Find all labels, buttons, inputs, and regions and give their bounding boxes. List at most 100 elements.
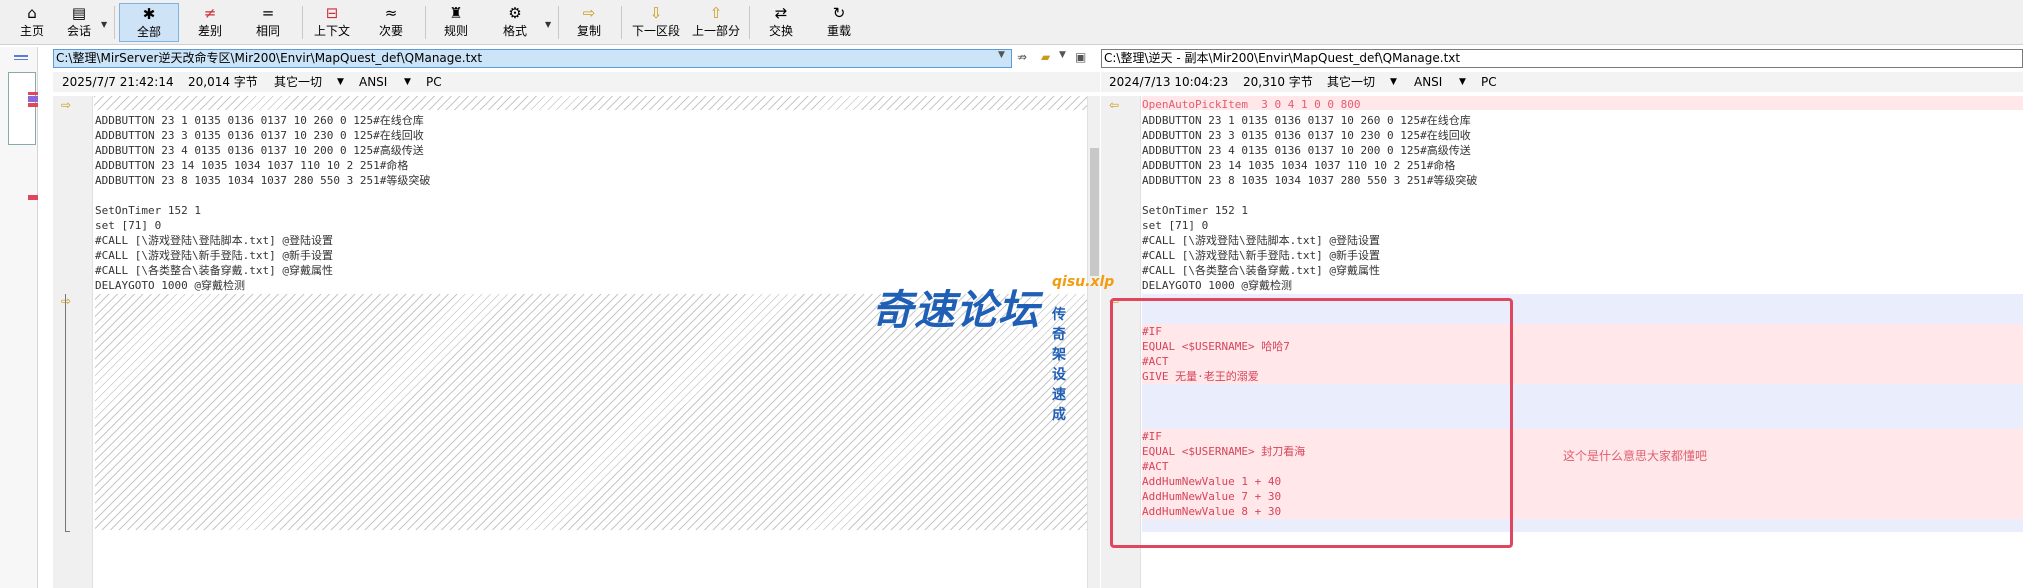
arrow-down-icon: ⇩: [649, 4, 663, 22]
toolbar-separator: [425, 6, 426, 39]
approx-icon: ≈: [384, 4, 398, 22]
left-missing-line-placeholder: [94, 96, 1100, 110]
session-button[interactable]: ▤ 会话: [64, 3, 94, 42]
code-line: #CALL [\各类整合\装备穿戴.txt] @穿戴属性: [1142, 264, 1380, 277]
left-open-folder-icon[interactable]: ▰: [1041, 50, 1050, 64]
code-line: SetOnTimer 152 1: [95, 204, 201, 217]
format-button[interactable]: ⚙ 格式: [498, 3, 532, 42]
left-encoding-dropdown-icon[interactable]: ▼: [404, 72, 411, 92]
code-line: SetOnTimer 152 1: [1142, 204, 1248, 217]
code-line: ADDBUTTON 23 3 0135 0136 0137 10 230 0 1…: [95, 129, 424, 142]
next-section-button[interactable]: ⇩ 下一区段: [630, 3, 682, 42]
right-encoding-dropdown-icon[interactable]: ▼: [1459, 72, 1466, 92]
left-encoding[interactable]: ANSI: [359, 72, 387, 92]
overview-mark: [14, 55, 28, 57]
left-scrollbar[interactable]: [1087, 96, 1100, 588]
code-line: ADDBUTTON 23 8 1035 1034 1037 280 550 3 …: [1142, 174, 1478, 187]
overview-mark: [28, 92, 38, 95]
copy-left-arrow-icon[interactable]: ⇦: [1109, 98, 1119, 112]
overview-mark: [28, 96, 38, 102]
home-button[interactable]: ⌂ 主页: [16, 3, 48, 42]
right-encoding[interactable]: ANSI: [1414, 72, 1442, 92]
reload-button[interactable]: ↻ 重载: [822, 3, 856, 42]
block-bracket: [65, 294, 66, 532]
context-icon: ⊟: [325, 4, 339, 22]
code-line: ADDBUTTON 23 1 0135 0136 0137 10 260 0 1…: [95, 114, 424, 127]
watermark-slogan: 传奇架设速成: [1052, 307, 1066, 423]
code-line: #CALL [\各类整合\装备穿戴.txt] @穿戴属性: [95, 264, 333, 277]
right-size: 20,310 字节: [1243, 75, 1313, 89]
right-date: 2024/7/13 10:04:23: [1109, 75, 1229, 89]
context-button[interactable]: ⊟ 上下文: [311, 3, 353, 42]
watermark-site: qisu.xlp: [1052, 274, 1115, 290]
right-other-dropdown-icon[interactable]: ▼: [1390, 72, 1397, 92]
code-line: ADDBUTTON 23 14 1035 1034 1037 110 10 2 …: [95, 159, 409, 172]
left-open-dropdown-icon[interactable]: ▼: [1059, 50, 1066, 60]
highlight-annotation-box: [1110, 298, 1513, 548]
left-pathbar: C:\整理\MirServer逆天改命专区\Mir200\Envir\MapQu…: [53, 47, 1100, 71]
rules-icon: ♜: [449, 4, 463, 22]
code-line: ADDBUTTON 23 8 1035 1034 1037 280 550 3 …: [95, 174, 431, 187]
briefcase-icon: ▤: [71, 4, 87, 22]
left-date: 2025/7/7 21:42:14: [62, 75, 174, 89]
left-path-dropdown-icon[interactable]: ▼: [998, 50, 1005, 60]
toolbar-separator: [621, 6, 622, 39]
copy-button[interactable]: ⇨ 复制: [572, 3, 606, 42]
code-line: ADDBUTTON 23 1 0135 0136 0137 10 260 0 1…: [1142, 114, 1471, 127]
rules-button[interactable]: ♜ 规则: [439, 3, 473, 42]
home-icon: ⌂: [27, 4, 37, 22]
swap-button[interactable]: ⇄ 交换: [764, 3, 798, 42]
code-line: ADDBUTTON 23 14 1035 1034 1037 110 10 2 …: [1142, 159, 1456, 172]
session-dropdown-icon[interactable]: ▼: [101, 20, 107, 29]
show-diff-button[interactable]: ≠ 差别: [193, 3, 227, 42]
left-other-dropdown-icon[interactable]: ▼: [337, 72, 344, 92]
left-editor[interactable]: ⇨ ADDBUTTON 23 1 0135 0136 0137 10 260 0…: [53, 96, 1100, 588]
code-line: #CALL [\游戏登陆\新手登陆.txt] @新手设置: [95, 249, 333, 262]
overview-viewport[interactable]: [8, 72, 38, 145]
copy-right-arrow-icon[interactable]: ⇨: [61, 294, 71, 308]
left-history-icon[interactable]: ⇏: [1017, 50, 1027, 64]
right-pathbar: C:\整理\逆天 - 副本\Mir200\Envir\MapQuest_def\…: [1101, 47, 2023, 71]
show-all-button[interactable]: ✱ 全部: [119, 3, 179, 42]
toolbar-separator: [302, 6, 303, 39]
code-line: ADDBUTTON 23 3 0135 0136 0137 10 230 0 1…: [1142, 129, 1471, 142]
left-path-input[interactable]: C:\整理\MirServer逆天改命专区\Mir200\Envir\MapQu…: [53, 49, 1012, 68]
not-equal-icon: ≠: [203, 4, 217, 22]
block-bracket: [65, 531, 70, 532]
left-other-label[interactable]: 其它一切: [274, 72, 322, 92]
reload-icon: ↻: [832, 4, 846, 22]
code-line: #CALL [\游戏登陆\登陆脚本.txt] @登陆设置: [1142, 234, 1380, 247]
left-size: 20,014 字节: [188, 75, 258, 89]
code-line: set [71] 0: [95, 219, 162, 232]
overview-mark: [28, 195, 38, 200]
code-line: DELAYGOTO 1000 @穿戴检测: [95, 279, 245, 292]
code-line: OpenAutoPickItem 3 0 4 1 0 0 800: [1142, 98, 1361, 111]
equal-icon: =: [261, 4, 275, 22]
toolbar-separator: [749, 6, 750, 39]
asterisk-icon: ✱: [142, 5, 156, 23]
code-line: #CALL [\游戏登陆\登陆脚本.txt] @登陆设置: [95, 234, 333, 247]
watermark-logo: 奇速论坛 qisu.xlp 传奇架设速成: [872, 274, 1114, 423]
left-save-icon[interactable]: ▣: [1075, 50, 1086, 64]
show-same-button[interactable]: = 相同: [251, 3, 285, 42]
right-path-input[interactable]: C:\整理\逆天 - 副本\Mir200\Envir\MapQuest_def\…: [1101, 49, 2023, 68]
right-lineend[interactable]: PC: [1481, 72, 1497, 92]
arrow-up-icon: ⇧: [709, 4, 723, 22]
code-line: ADDBUTTON 23 4 0135 0136 0137 10 200 0 1…: [95, 144, 424, 157]
overview-mark: [28, 103, 38, 107]
prev-part-button[interactable]: ⇧ 上一部分: [690, 3, 742, 42]
minor-button[interactable]: ≈ 次要: [374, 3, 408, 42]
format-dropdown-icon[interactable]: ▼: [545, 20, 551, 29]
toolbar-separator: [114, 6, 115, 39]
format-icon: ⚙: [508, 4, 522, 22]
code-line: set [71] 0: [1142, 219, 1209, 232]
toolbar: ⌂ 主页 ▤ 会话 ▼ ✱ 全部 ≠ 差别 = 相同 ⊟ 上下文 ≈ 次要 ♜ …: [0, 0, 2023, 45]
left-lineend[interactable]: PC: [426, 72, 442, 92]
right-other-label[interactable]: 其它一切: [1327, 72, 1375, 92]
left-scrollbar-thumb[interactable]: [1090, 148, 1099, 276]
watermark-title: 奇速论坛: [872, 286, 1040, 334]
diff-overview[interactable]: [0, 47, 38, 588]
right-infobar: 2024/7/13 10:04:23 20,310 字节 其它一切 ▼ ANSI…: [1101, 72, 2023, 92]
copy-right-arrow-icon[interactable]: ⇨: [61, 98, 71, 112]
overview-mark: [14, 59, 28, 60]
